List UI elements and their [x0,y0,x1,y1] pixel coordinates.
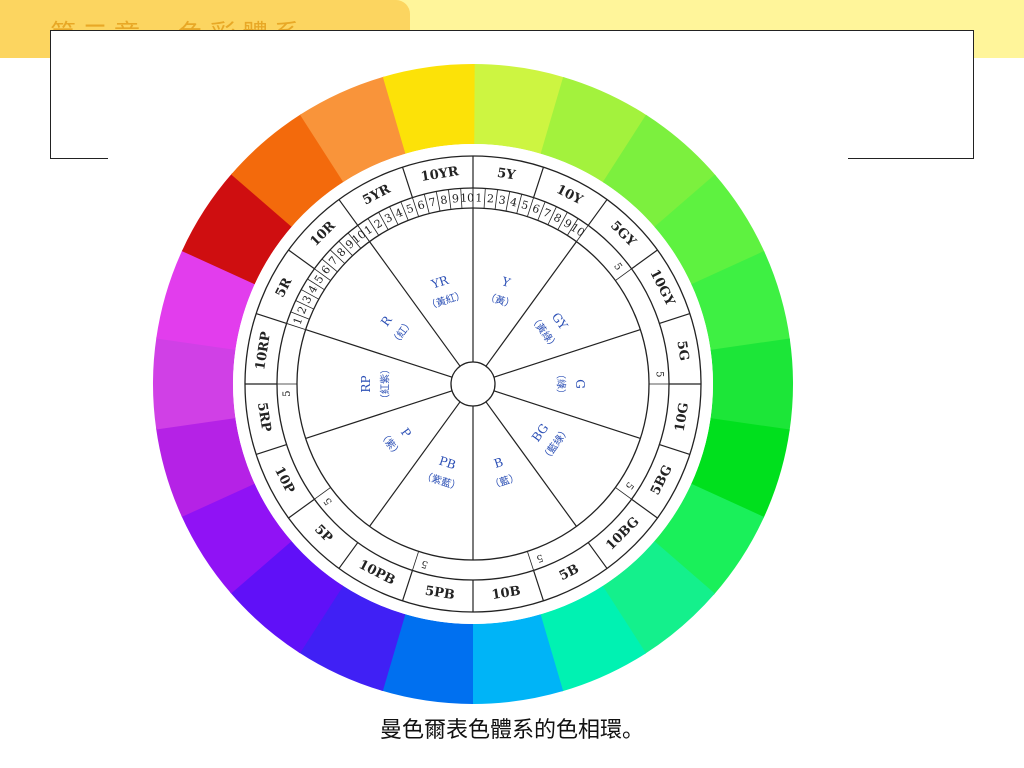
tick-number: 1 [475,191,482,204]
minor-tick-number: 5 [653,371,664,377]
sector-code: RP [359,375,373,392]
tick-number: 2 [486,192,494,206]
wheel-hub [450,361,496,407]
sector-code: G [573,379,587,389]
sector-name: （綠） [555,369,567,399]
hue-label: 5Y [496,166,517,184]
hue-color-segment [152,336,236,430]
tick-number: 10 [460,191,474,204]
sector-name: （紅紫） [380,364,392,404]
minor-tick-number: 5 [282,391,293,397]
figure-caption: 曼色爾表色體系的色相環。 [379,718,644,743]
tick-number: 9 [451,192,459,206]
munsell-hue-wheel: 5Y10Y5GY10GY5G10G5BG10BG5B10B5PB10PB5P10… [152,64,793,705]
hue-color-segment [710,338,793,432]
hue-label: 5G [673,340,691,362]
